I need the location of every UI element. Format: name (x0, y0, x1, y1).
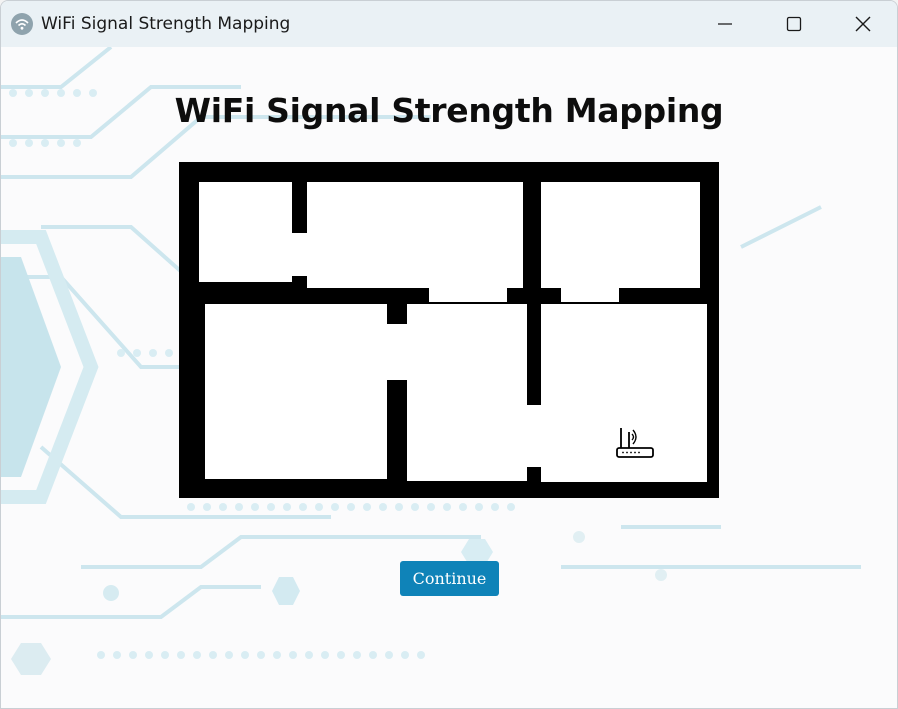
app-window: WiFi Signal Strength Mapping WiFi Signal… (0, 0, 898, 709)
title-bar[interactable]: WiFi Signal Strength Mapping (1, 1, 897, 47)
wifi-icon (11, 13, 33, 35)
main-content: WiFi Signal Strength Mapping Continue (1, 47, 897, 708)
maximize-icon (786, 16, 801, 32)
continue-button[interactable]: Continue (400, 561, 499, 596)
window-controls (690, 1, 897, 47)
minimize-icon (717, 23, 732, 25)
minimize-button[interactable] (690, 1, 759, 47)
maximize-button[interactable] (759, 1, 828, 47)
window-title: WiFi Signal Strength Mapping (41, 14, 291, 34)
close-button[interactable] (828, 1, 897, 47)
close-icon (855, 16, 870, 32)
floor-plan (179, 162, 719, 498)
page-title: WiFi Signal Strength Mapping (174, 91, 724, 130)
